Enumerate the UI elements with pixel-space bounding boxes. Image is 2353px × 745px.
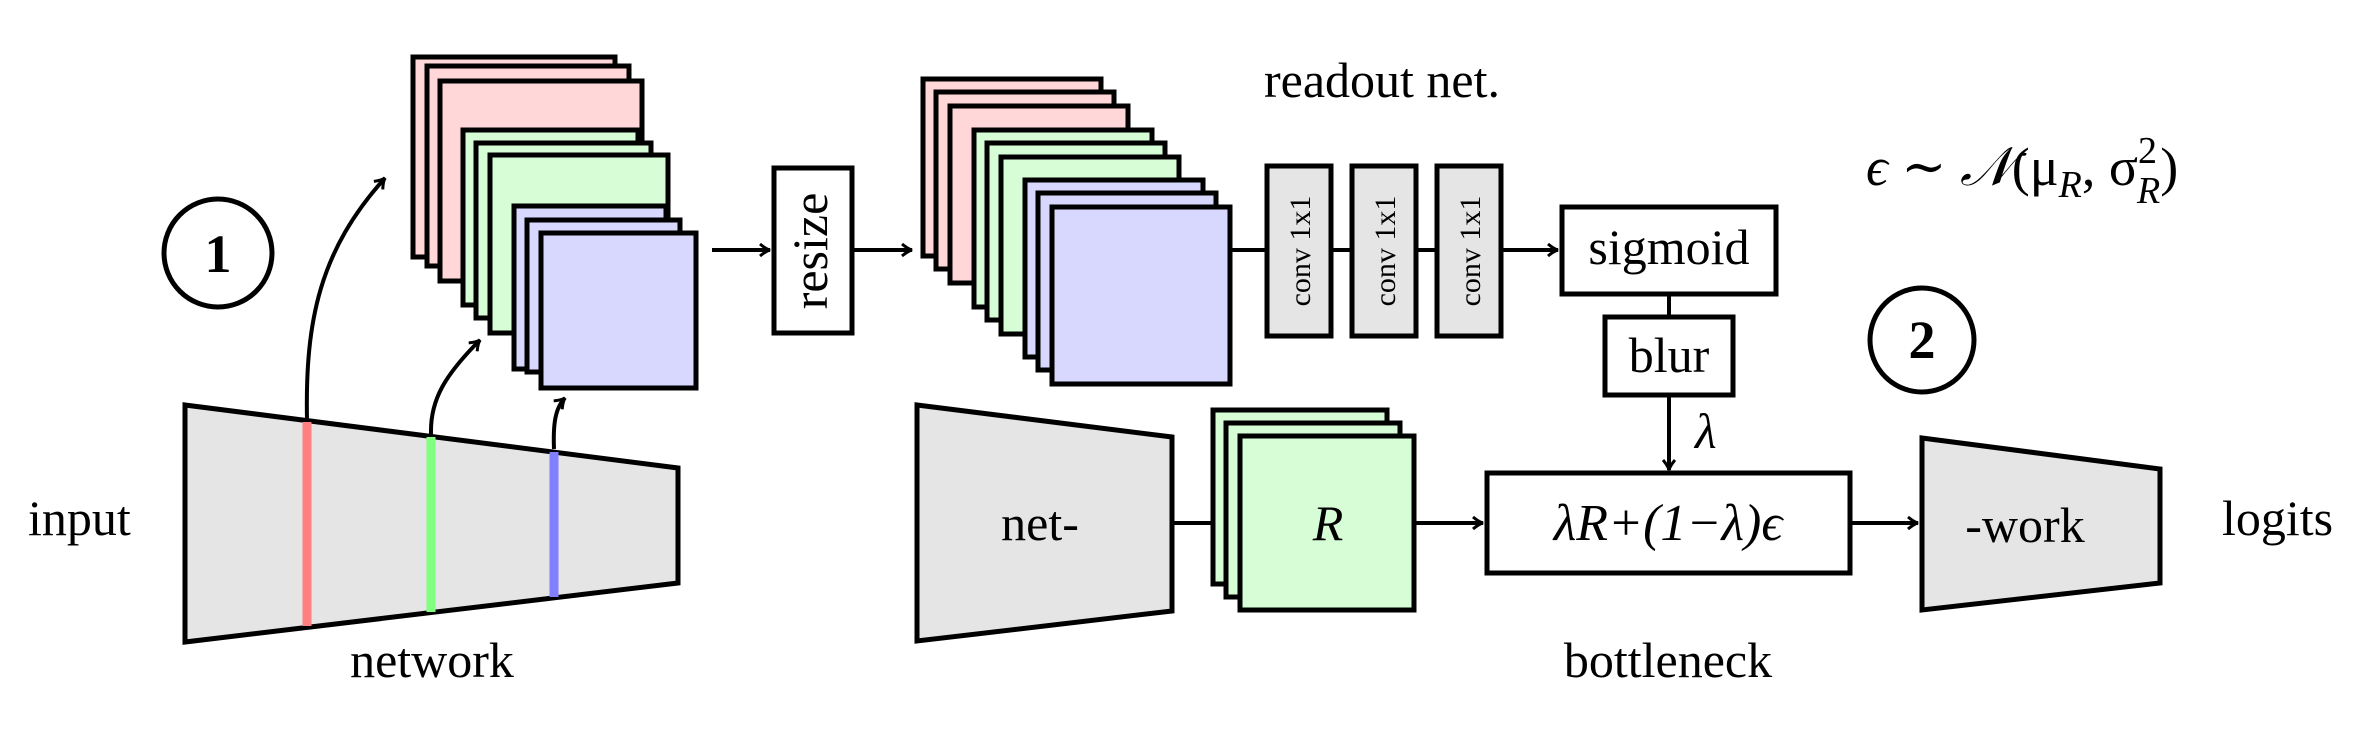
- tap-arrow-green: [428, 338, 482, 435]
- bottleneck-formula: λR+(1−λ)ϵ: [1552, 495, 1785, 552]
- conv-block-1: conv 1x1: [1264, 163, 1334, 339]
- noise-open: (μ: [2012, 137, 2059, 197]
- conv-block-3: conv 1x1: [1434, 163, 1504, 339]
- readout-net-label: readout net.: [1264, 52, 1500, 108]
- tap-arrow-red: [304, 176, 387, 421]
- sigmoid-block: sigmoid: [1559, 204, 1779, 297]
- tap-arrow-blue: [551, 396, 567, 450]
- noise-close: ): [2160, 137, 2178, 197]
- resized-feature-layer: [1049, 204, 1233, 387]
- lambda-label: λ: [1693, 403, 1717, 459]
- net-first-half: net-: [914, 402, 1175, 644]
- step-2-badge: 2: [1867, 285, 1977, 395]
- noise-eps: ϵ ∼: [1866, 137, 1960, 197]
- conv-3-label: conv 1x1: [1454, 196, 1487, 307]
- noise-comma: , σ: [2082, 137, 2138, 197]
- logits-label: logits: [2222, 490, 2333, 546]
- sigmoid-label: sigmoid: [1588, 219, 1749, 275]
- net-first-half-label: net-: [1001, 495, 1079, 551]
- step-2-number: 2: [1909, 310, 1936, 370]
- network-label: network: [350, 632, 514, 688]
- feature-map-layer: [538, 230, 699, 391]
- blur-label: blur: [1629, 327, 1710, 383]
- feature-stack-resized: [920, 76, 1233, 387]
- noise-mu-sub: R: [2058, 164, 2082, 206]
- conv-block-2: conv 1x1: [1349, 163, 1419, 339]
- bottleneck-label: bottleneck: [1564, 632, 1772, 688]
- bottleneck-block: λR+(1−λ)ϵ: [1484, 470, 1853, 576]
- noise-sigma-sub: R: [2136, 170, 2160, 212]
- noise-sup: 2: [2138, 130, 2157, 172]
- noise-distribution: ϵ ∼ 𝒩(μR, σ2 R): [1866, 130, 2178, 212]
- resize-block: resize: [771, 165, 855, 336]
- net-second-half-label: -work: [1965, 497, 2084, 553]
- feature-r-label: R: [1312, 495, 1344, 551]
- conv-2-label: conv 1x1: [1369, 196, 1402, 307]
- resize-label: resize: [782, 193, 838, 310]
- svg-text:ϵ ∼ 𝒩(μR, σ2R): ϵ ∼ 𝒩(μR, σ2 R): [1866, 130, 2178, 212]
- net-second-half: -work: [1919, 435, 2163, 613]
- step-1-badge: 1: [161, 196, 275, 310]
- step-1-number: 1: [205, 224, 232, 284]
- conv-1-label: conv 1x1: [1284, 196, 1317, 307]
- feature-stack-extracted: [410, 54, 699, 391]
- blur-block: blur: [1602, 314, 1736, 398]
- input-label: input: [28, 490, 131, 546]
- network-encoder: [182, 402, 681, 645]
- diagram-canvas: 1 input network resize readout net. conv…: [28, 52, 2333, 688]
